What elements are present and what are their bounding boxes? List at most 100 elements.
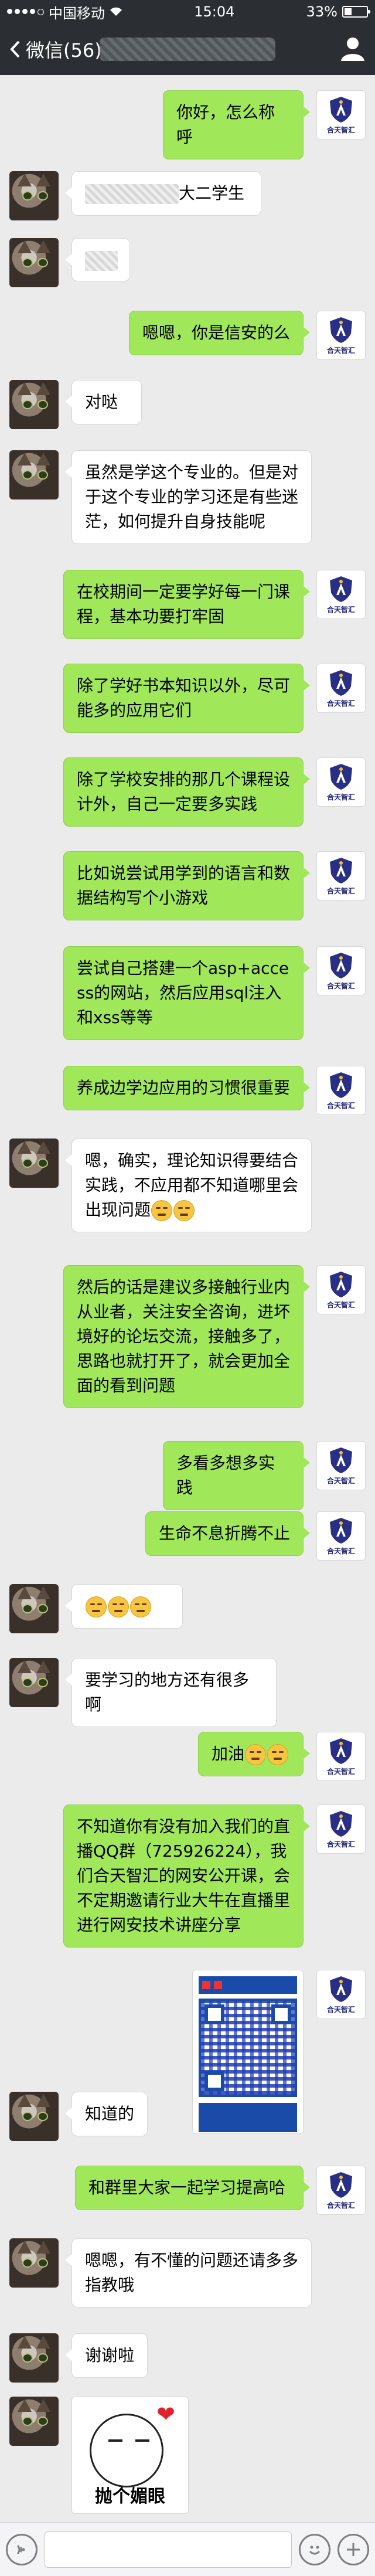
message-bubble[interactable]: 嗯，确实，理论知识得要结合实践，不应用都不知道哪里会出现问题 [65,1139,312,1232]
logo-text: 合天智汇 [326,125,355,134]
message-bubble[interactable]: 除了学好书本知识以外，尽可能多的应用它们 [63,664,310,733]
message-row: 知道的 [9,2092,148,2141]
avatar[interactable] [9,1139,59,1188]
avatar[interactable] [9,2238,59,2288]
message-bubble[interactable]: 嗯嗯，你是信安的么 [129,311,310,355]
message-bubble[interactable]: 比如说尝试用学到的语言和数据结构写个小游戏 [63,851,310,920]
avatar[interactable] [9,450,59,499]
message-bubble[interactable]: 生命不息折腾不止 [145,1511,310,1556]
qr-code-image[interactable] [192,1970,304,2134]
avatar[interactable]: 合天智汇 [316,1265,366,1314]
sticker-caption: 抛个媚眼 [95,2486,165,2507]
message-bubble[interactable]: 虽然是学这个专业的。但是对于这个专业的学习还是有些迷茫，如何提升自身技能呢 [65,450,312,544]
back-button[interactable]: 微信(56) [9,36,102,63]
avatar[interactable] [9,1658,59,1707]
message-bubble[interactable]: 你好，怎么称呼 [163,90,310,159]
message-text: 除了学校安排的那几个课程设计外，自己一定要多实践 [77,770,291,814]
avatar[interactable] [9,1584,59,1633]
avatar[interactable] [9,2092,59,2141]
logo-text: 合天智汇 [326,2005,355,2014]
message-bubble[interactable]: 谢谢啦 [65,2333,148,2378]
message-text: 你好，怎么称呼 [176,103,275,147]
chevron-left-icon [10,40,20,58]
message-bubble[interactable]: 和群里大家一起学习提高哈 [75,2166,310,2210]
avatar[interactable]: 合天智汇 [316,1511,366,1561]
redacted-text [85,184,179,204]
shield-icon [330,763,352,790]
message-bubble[interactable]: 除了学校安排的那几个课程设计外，自己一定要多实践 [63,757,310,827]
message-text: 嗯嗯，你是信安的么 [142,323,291,342]
shield-icon [330,1517,352,1544]
message-bubble[interactable]: 对哒 [65,380,142,424]
avatar[interactable] [9,2397,59,2446]
message-row: 合天智汇 你好，怎么称呼 [163,90,366,159]
message-text: 大二学生 [179,183,245,203]
signal-strength-icon [7,8,44,15]
logo-text: 合天智汇 [326,1767,355,1776]
message-bubble[interactable]: 在校期间一定要学好每一门课程，基本功要打牢固 [63,570,310,639]
message-bubble[interactable]: 养成边学边应用的习惯很重要 [63,1066,310,1110]
avatar[interactable] [9,171,59,220]
shield-icon [330,1738,352,1764]
message-text: 不知道你有没有加入我们的直播QQ群（725926224），我们合天智汇的网安公开… [77,1817,291,1935]
avatar[interactable]: 合天智汇 [316,311,366,360]
sticker-face [90,2414,163,2487]
qr-header [199,1976,297,1994]
avatar[interactable]: 合天智汇 [316,2166,366,2215]
avatar[interactable]: 合天智汇 [316,1970,366,2019]
avatar[interactable] [9,2333,59,2383]
emoji-icon [130,1596,151,1617]
avatar[interactable] [9,380,59,429]
nav-bar: 微信(56) [0,23,375,75]
plus-icon[interactable] [338,2533,369,2565]
message-bubble[interactable]: 要学习的地方还有很多啊 [65,1658,277,1727]
message-text: 比如说尝试用学到的语言和数据结构写个小游戏 [77,864,291,908]
emoji-icon [86,1596,107,1617]
input-bar [0,2522,375,2576]
shield-icon [330,1976,352,2002]
message-row: 虽然是学这个专业的。但是对于这个专业的学习还是有些迷茫，如何提升自身技能呢 [9,450,312,544]
message-input[interactable] [45,2531,292,2568]
sticker-image[interactable]: ❤ 抛个媚眼 [71,2397,189,2514]
avatar[interactable]: 合天智汇 [316,1804,366,1854]
message-row: 嗯嗯，有不懂的问题还请多多指教哦 [9,2238,312,2307]
shield-icon [330,2171,352,2198]
message-bubble[interactable]: 多看多想多实践 [163,1441,310,1510]
message-row [9,238,130,287]
clock: 15:04 [194,4,235,20]
message-bubble[interactable]: 加油 [198,1732,310,1776]
message-bubble[interactable]: 尝试自己搭建一个asp+access的网站，然后应用sql注入和xss等等 [63,946,310,1040]
message-row: 合天智汇 和群里大家一起学习提高哈 [75,2166,366,2215]
message-text: 知道的 [85,2104,135,2123]
message-text: 生命不息折腾不止 [159,1524,291,1543]
avatar[interactable]: 合天智汇 [316,570,366,619]
avatar[interactable]: 合天智汇 [316,664,366,713]
avatar[interactable]: 合天智汇 [316,946,366,995]
message-row: 对哒 [9,380,142,429]
message-bubble[interactable] [65,238,130,281]
chat-title-redacted [100,38,275,61]
avatar[interactable]: 合天智汇 [316,757,366,807]
avatar[interactable]: 合天智汇 [316,1066,366,1115]
avatar[interactable] [9,238,59,287]
emoji-icon [245,1744,267,1765]
person-icon[interactable] [340,35,366,63]
message-row: 大二学生 [9,171,261,220]
message-bubble[interactable]: 不知道你有没有加入我们的直播QQ群（725926224），我们合天智汇的网安公开… [63,1804,310,1948]
message-bubble[interactable]: 大二学生 [65,171,261,216]
message-bubble[interactable] [65,1584,183,1629]
shield-icon [330,576,352,602]
message-row: 合天智汇 嗯嗯，你是信安的么 [129,311,366,360]
voice-icon[interactable] [6,2533,38,2565]
emoji-icon [151,1200,173,1221]
avatar[interactable]: 合天智汇 [316,90,366,140]
message-row: 合天智汇 加油 [198,1732,366,1781]
emoji-icon[interactable] [299,2533,330,2565]
avatar[interactable]: 合天智汇 [316,1441,366,1490]
message-row: 合天智汇 除了学校安排的那几个课程设计外，自己一定要多实践 [63,757,366,827]
avatar[interactable]: 合天智汇 [316,1732,366,1781]
message-bubble[interactable]: 知道的 [65,2092,148,2136]
message-bubble[interactable]: 嗯嗯，有不懂的问题还请多多指教哦 [65,2238,312,2307]
message-bubble[interactable]: 然后的话是建议多接触行业内从业者，关注安全咨询，进坏境好的论坛交流，接触多了，思… [63,1265,310,1408]
avatar[interactable]: 合天智汇 [316,851,366,900]
